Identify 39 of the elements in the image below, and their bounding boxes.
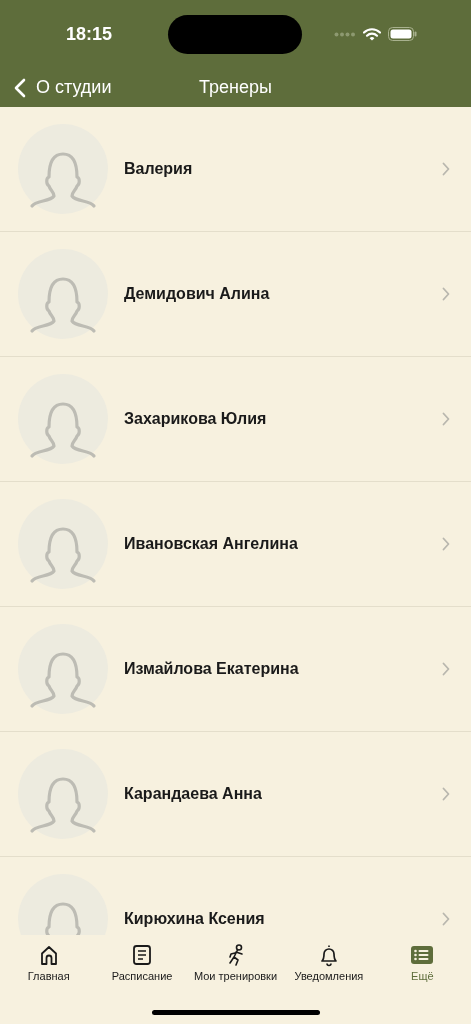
trainer-row[interactable]: Валерия xyxy=(0,107,471,232)
signal-icon xyxy=(334,31,356,37)
avatar-icon xyxy=(18,749,108,839)
tab[interactable]: Расписание xyxy=(95,943,189,1003)
back-button[interactable]: О студии xyxy=(0,77,112,98)
trainer-name: Кирюхина Ксения xyxy=(124,910,266,928)
avatar-icon xyxy=(18,249,108,339)
trainer-row[interactable]: Демидович Алина xyxy=(0,232,471,357)
trainer-name: Ивановская Ангелина xyxy=(124,535,299,553)
status-time: 18:15 xyxy=(66,23,114,45)
trainer-name: Валерия xyxy=(124,160,194,178)
trainer-row[interactable]: Измайлова Екатерина xyxy=(0,607,471,732)
trainer-name: Захарикова Юлия xyxy=(124,410,268,428)
chevron-right-icon xyxy=(442,412,450,426)
tab[interactable]: Мои тренировки xyxy=(188,943,283,1003)
trainer-name: Демидович Алина xyxy=(124,285,271,303)
tab[interactable]: Ещё xyxy=(375,943,470,1003)
chevron-right-icon xyxy=(442,662,450,676)
avatar-icon xyxy=(18,124,108,214)
chevron-left-icon xyxy=(14,77,26,98)
wifi-icon xyxy=(363,27,381,41)
avatar-icon xyxy=(18,624,108,714)
trainer-row[interactable]: Захарикова Юлия xyxy=(0,357,471,482)
tab[interactable]: Уведомления xyxy=(282,943,376,1003)
battery-icon xyxy=(388,27,417,41)
trainer-row[interactable]: Ивановская Ангелина xyxy=(0,482,471,607)
chevron-right-icon xyxy=(442,162,450,176)
avatar-icon xyxy=(18,499,108,589)
screen-title: Тренеры xyxy=(198,77,273,98)
chevron-right-icon xyxy=(442,287,450,301)
tab[interactable]: Главная xyxy=(2,943,96,1003)
chevron-right-icon xyxy=(442,537,450,551)
trainer-name: Карандаева Анна xyxy=(124,785,263,803)
trainer-row[interactable]: Карандаева Анна xyxy=(0,732,471,857)
trainer-name: Измайлова Екатерина xyxy=(124,660,300,678)
chevron-right-icon xyxy=(442,787,450,801)
chevron-right-icon xyxy=(442,912,450,926)
list-icon xyxy=(410,943,435,967)
avatar-icon xyxy=(18,374,108,464)
